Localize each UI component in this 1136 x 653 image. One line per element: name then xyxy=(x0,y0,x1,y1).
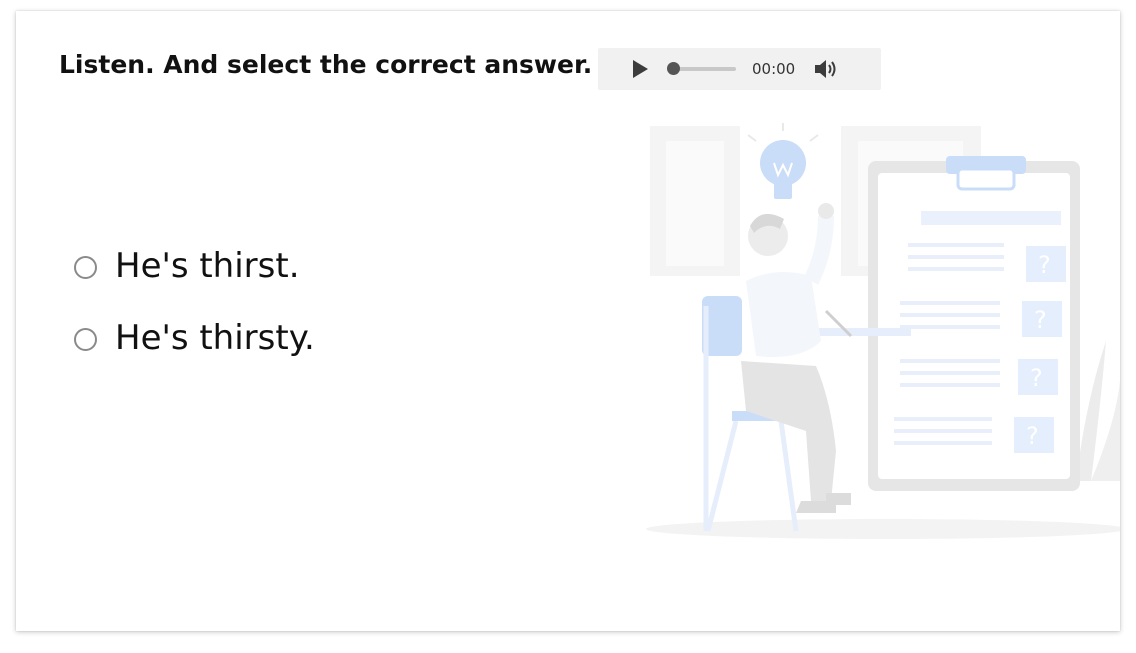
volume-icon xyxy=(815,60,836,78)
svg-text:?: ? xyxy=(1034,306,1047,334)
audio-player: 00:00 xyxy=(598,48,881,90)
time-display: 00:00 xyxy=(752,60,796,78)
seek-handle[interactable] xyxy=(667,62,680,75)
question-instruction: Listen. And select the correct answer. xyxy=(59,50,593,79)
play-button[interactable] xyxy=(630,59,650,79)
seek-bar[interactable] xyxy=(674,67,736,71)
volume-button[interactable] xyxy=(814,58,842,80)
question-card: Listen. And select the correct answer. 0… xyxy=(16,11,1120,631)
svg-text:?: ? xyxy=(1030,364,1043,392)
answer-option-label: He's thirsty. xyxy=(115,318,315,358)
play-icon xyxy=(633,60,648,78)
answer-option-label: He's thirst. xyxy=(115,246,300,286)
svg-text:?: ? xyxy=(1026,422,1039,450)
svg-text:?: ? xyxy=(1038,251,1051,279)
radio-button[interactable] xyxy=(74,328,97,351)
radio-button[interactable] xyxy=(74,256,97,279)
thinking-person-illustration: ? ? ? ? xyxy=(646,123,1120,539)
